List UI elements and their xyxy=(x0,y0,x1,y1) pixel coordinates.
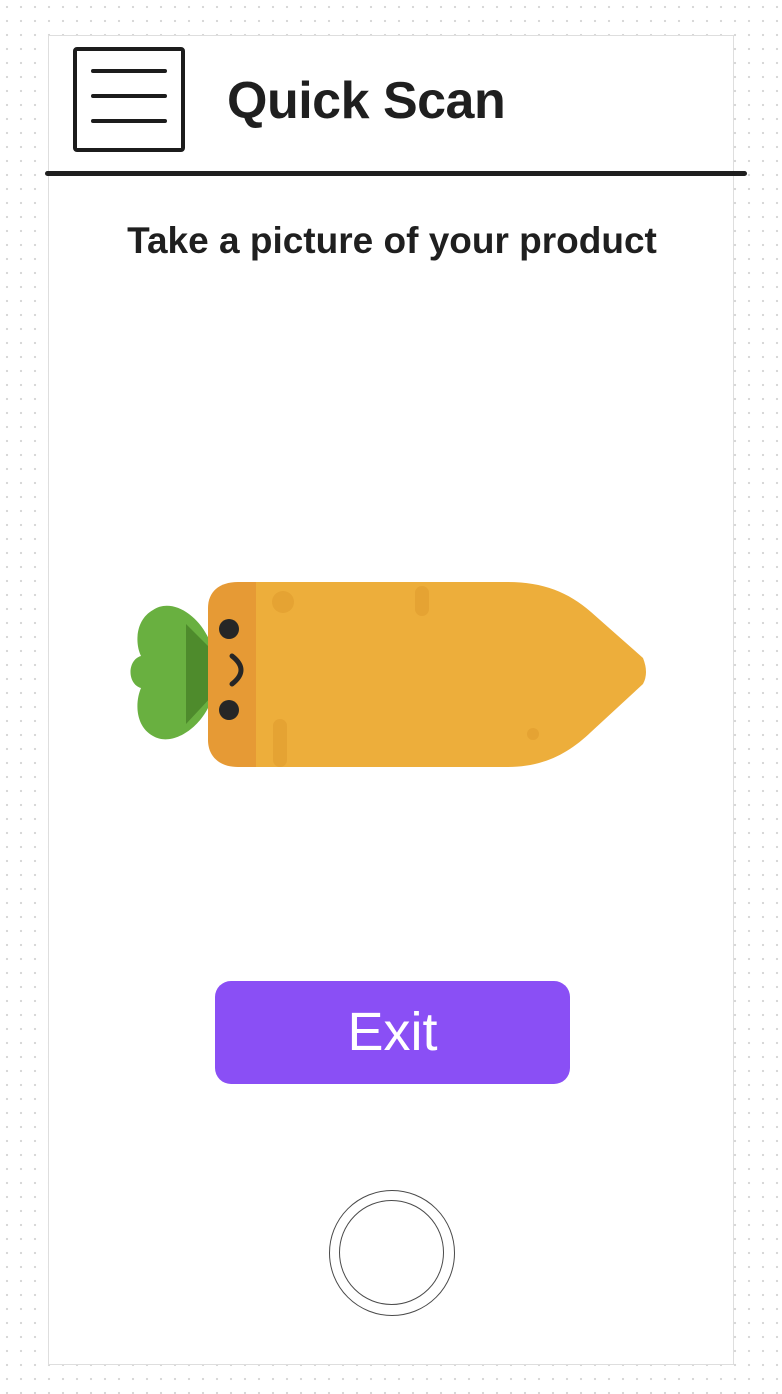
carrot-spot xyxy=(272,591,294,613)
menu-bar-middle xyxy=(91,94,167,98)
carrot-eye xyxy=(219,700,239,720)
carrot-spot xyxy=(415,586,429,616)
camera-shutter-button[interactable] xyxy=(329,1190,455,1316)
header-divider xyxy=(45,171,747,176)
instruction-text: Take a picture of your product xyxy=(127,220,657,261)
page-title: Quick Scan xyxy=(227,72,506,130)
camera-shutter-icon xyxy=(339,1200,444,1305)
carrot-illustration xyxy=(130,582,646,767)
phone-frame: Quick Scan Take a picture of your produc… xyxy=(45,35,747,1365)
menu-bar-bottom xyxy=(91,119,167,123)
carrot-spot xyxy=(273,719,287,767)
carrot-leaf xyxy=(130,605,213,740)
hamburger-menu-button[interactable] xyxy=(73,47,185,152)
carrot-spot xyxy=(527,728,539,740)
menu-bar-top xyxy=(91,69,167,73)
carrot-eye xyxy=(219,619,239,639)
exit-button[interactable]: Exit xyxy=(215,981,570,1084)
carrot-top xyxy=(208,582,256,767)
carrot-body xyxy=(238,582,646,767)
